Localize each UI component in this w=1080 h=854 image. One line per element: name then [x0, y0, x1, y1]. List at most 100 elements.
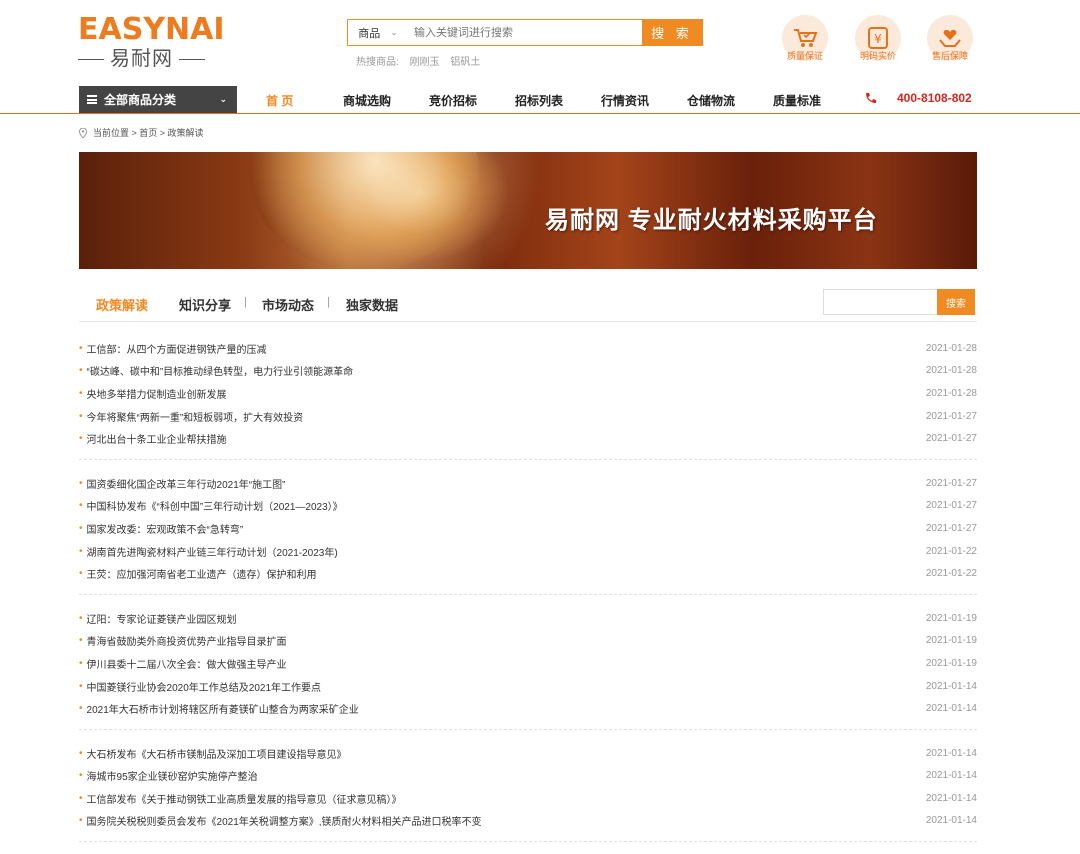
article-search-input[interactable]	[823, 289, 937, 315]
hot-search: 热搜商品: 刚刚玉 铝矾土	[356, 53, 488, 68]
news-row[interactable]: • 王荧：应加强河南省老工业遗产（遗存）保护和利用 2021-01-22	[79, 562, 977, 585]
hot-search-item[interactable]: 铝矾土	[450, 57, 480, 68]
news-date: 2021-01-14	[925, 747, 977, 759]
bullet-icon: •	[79, 635, 83, 647]
badge-label: 质量保证	[786, 51, 823, 61]
news-row[interactable]: • 工信部：从四个方面促进钢铁产量的压减 2021-01-28	[79, 337, 977, 360]
news-row[interactable]: • 海城市95家企业镁砂窑炉实施停产整治 2021-01-14	[79, 765, 977, 788]
news-date: 2021-01-19	[925, 612, 977, 624]
phone-icon	[866, 92, 876, 103]
nav-item-standards[interactable]: 质量标准	[773, 92, 821, 109]
globe-image	[249, 152, 479, 269]
article-search-button[interactable]: 搜索	[937, 289, 975, 315]
news-title[interactable]: 伊川县委十二届八次全会：做大做强主导产业	[87, 656, 287, 671]
bullet-icon: •	[79, 522, 83, 534]
news-row[interactable]: • 今年将聚焦“两新一重”和短板弱项，扩大有效投资 2021-01-27	[79, 405, 977, 428]
all-categories-menu[interactable]: 全部商品分类 ⌄	[79, 86, 237, 113]
news-title[interactable]: 辽阳：专家论证菱镁产业园区规划	[87, 611, 237, 626]
site-header: EASYNAI 易耐网 商品 ⌄ 搜 索 热搜商品: 刚刚玉 铝矾土 质量保证	[0, 0, 1080, 86]
news-title[interactable]: 国家发改委：宏观政策不会“急转弯”	[87, 521, 244, 536]
bullet-icon: •	[79, 770, 83, 782]
news-row[interactable]: • 辽阳：专家论证菱镁产业园区规划 2021-01-19	[79, 607, 977, 630]
hand-heart-icon	[939, 29, 961, 47]
badge-label: 明码实价	[859, 51, 896, 61]
nav-item-logistics[interactable]: 仓储物流	[687, 92, 735, 109]
news-row[interactable]: • 中国科协发布《“科创中国”三年行动计划（2021—2023）》 2021-01-…	[79, 495, 977, 518]
news-row[interactable]: • 伊川县委十二届八次全会：做大做强主导产业 2021-01-19	[79, 652, 977, 675]
search-button[interactable]: 搜 索	[642, 20, 702, 45]
news-title[interactable]: 湖南首先进陶瓷材料产业链三年行动计划（2021-2023年)	[87, 544, 338, 559]
news-title[interactable]: 王荧：应加强河南省老工业遗产（遗存）保护和利用	[87, 566, 317, 581]
news-row[interactable]: • 国家发改委：宏观政策不会“急转弯” 2021-01-27	[79, 517, 977, 540]
badge-clear-price[interactable]: ¥ 明码实价	[851, 15, 905, 62]
hot-search-item[interactable]: 刚刚玉	[410, 57, 440, 68]
news-title[interactable]: 工信部发布《关于推动钢铁工业高质量发展的指导意见（征求意见稿）》	[87, 791, 402, 806]
nav-item-mall[interactable]: 商城选购	[343, 92, 391, 109]
news-group: • 国资委细化国企改革三年行动2021年“施工图” 2021-01-27 • 中国科协发…	[79, 472, 977, 595]
news-row[interactable]: • 工信部发布《关于推动钢铁工业高质量发展的指导意见（征求意见稿）》 2021-01…	[79, 787, 977, 810]
nav-item-home[interactable]: 首 页	[266, 92, 293, 109]
news-title[interactable]: 今年将聚焦“两新一重”和短板弱项，扩大有效投资	[87, 409, 304, 424]
tab-knowledge[interactable]: 知识分享	[179, 295, 231, 314]
nav-item-news[interactable]: 行情资讯	[601, 92, 649, 109]
search-input[interactable]	[408, 20, 642, 45]
bullet-icon: •	[79, 657, 83, 669]
news-title[interactable]: 中国科协发布《“科创中国”三年行动计划（2021—2023）》	[87, 498, 343, 513]
tab-market[interactable]: 市场动态	[262, 295, 314, 314]
news-row[interactable]: • 大石桥发布《大石桥市镁制品及深加工项目建设指导意见》 2021-01-14	[79, 742, 977, 765]
news-title[interactable]: 河北出台十条工业企业帮扶措施	[87, 431, 227, 446]
bullet-icon: •	[79, 410, 83, 422]
news-row[interactable]: • 青海省鼓励类外商投资优势产业指导目录扩面 2021-01-19	[79, 630, 977, 653]
tab-exclusive-data[interactable]: 独家数据	[346, 295, 398, 314]
news-row[interactable]: • 2021年大石桥市计划将辖区所有菱镁矿山整合为两家采矿企业 2021-01-14	[79, 697, 977, 720]
badge-quality-guarantee[interactable]: 质量保证	[778, 15, 832, 62]
news-title[interactable]: “碳达峰、碳中和”目标推动绿色转型，电力行业引领能源革命	[87, 363, 354, 378]
tab-divider: |	[244, 296, 247, 308]
news-row[interactable]: • 国务院关税税则委员会发布《2021年关税调整方案》,镁质耐火材料相关产品进口税…	[79, 810, 977, 833]
news-row[interactable]: • 湖南首先进陶瓷材料产业链三年行动计划（2021-2023年) 2021-01-2…	[79, 540, 977, 563]
chevron-down-icon: ⌄	[390, 27, 398, 37]
bullet-icon: •	[79, 680, 83, 692]
location-pin-icon	[79, 127, 87, 138]
badge-after-sales[interactable]: 售后保障	[923, 15, 977, 62]
news-title[interactable]: 工信部：从四个方面促进钢铁产量的压减	[87, 341, 267, 356]
hotline: 400-8108-802	[864, 91, 972, 105]
news-title[interactable]: 中国菱镁行业协会2020年工作总结及2021年工作要点	[87, 679, 322, 694]
news-group: • 工信部：从四个方面促进钢铁产量的压减 2021-01-28 • “碳达峰、碳中和”目…	[79, 337, 977, 460]
search-category-select[interactable]: 商品 ⌄	[348, 20, 408, 45]
chevron-down-icon: ⌄	[219, 94, 227, 104]
logo-wordmark: EASYNAI	[78, 12, 225, 47]
news-title[interactable]: 海城市95家企业镁砂窑炉实施停产整治	[87, 768, 258, 783]
banner-text: 易耐网 专业耐火材料采购平台	[545, 207, 878, 234]
news-date: 2021-01-14	[925, 680, 977, 692]
news-title[interactable]: 央地多举措力促制造业创新发展	[87, 386, 227, 401]
news-title[interactable]: 国务院关税税则委员会发布《2021年关税调整方案》,镁质耐火材料相关产品进口税率…	[87, 813, 482, 828]
nav-item-tender-list[interactable]: 招标列表	[515, 92, 563, 109]
news-title[interactable]: 大石桥发布《大石桥市镁制品及深加工项目建设指导意见》	[87, 746, 347, 761]
news-list: • 工信部：从四个方面促进钢铁产量的压减 2021-01-28 • “碳达峰、碳中和”目…	[79, 337, 977, 854]
news-group: • 大石桥发布《大石桥市镁制品及深加工项目建设指导意见》 2021-01-14 • 海城…	[79, 742, 977, 843]
badge-label: 售后保障	[931, 51, 968, 61]
phone-number: 400-8108-802	[897, 91, 972, 105]
news-date: 2021-01-19	[925, 635, 977, 647]
news-title[interactable]: 青海省鼓励类外商投资优势产业指导目录扩面	[87, 633, 287, 648]
news-row[interactable]: • 央地多举措力促制造业创新发展 2021-01-28	[79, 382, 977, 405]
article-search: 搜索	[823, 289, 976, 315]
news-title[interactable]: 2021年大石桥市计划将辖区所有菱镁矿山整合为两家采矿企业	[87, 701, 359, 716]
news-row[interactable]: • 中国菱镁行业协会2020年工作总结及2021年工作要点 2021-01-14	[79, 675, 977, 698]
news-row[interactable]: • 国资委细化国企改革三年行动2021年“施工图” 2021-01-27	[79, 472, 977, 495]
svg-text:¥: ¥	[874, 32, 882, 46]
news-row[interactable]: • “碳达峰、碳中和”目标推动绿色转型，电力行业引领能源革命 2021-01-28	[79, 360, 977, 383]
bullet-icon: •	[79, 365, 83, 377]
bullet-icon: •	[79, 500, 83, 512]
nav-item-bidding[interactable]: 竞价招标	[429, 92, 477, 109]
news-title[interactable]: 国资委细化国企改革三年行动2021年“施工图”	[87, 476, 286, 491]
news-date: 2021-01-14	[925, 770, 977, 782]
news-date: 2021-01-27	[925, 477, 977, 489]
news-group: • 辽阳：专家论证菱镁产业园区规划 2021-01-19 • 青海省鼓励类外商投资优势产…	[79, 607, 977, 730]
news-date: 2021-01-28	[925, 365, 977, 377]
tab-policy[interactable]: 政策解读	[96, 295, 148, 314]
news-row[interactable]: • 河北出台十条工业企业帮扶措施 2021-01-27	[79, 427, 977, 450]
site-logo[interactable]: EASYNAI 易耐网	[78, 12, 225, 74]
bullet-icon: •	[79, 747, 83, 759]
